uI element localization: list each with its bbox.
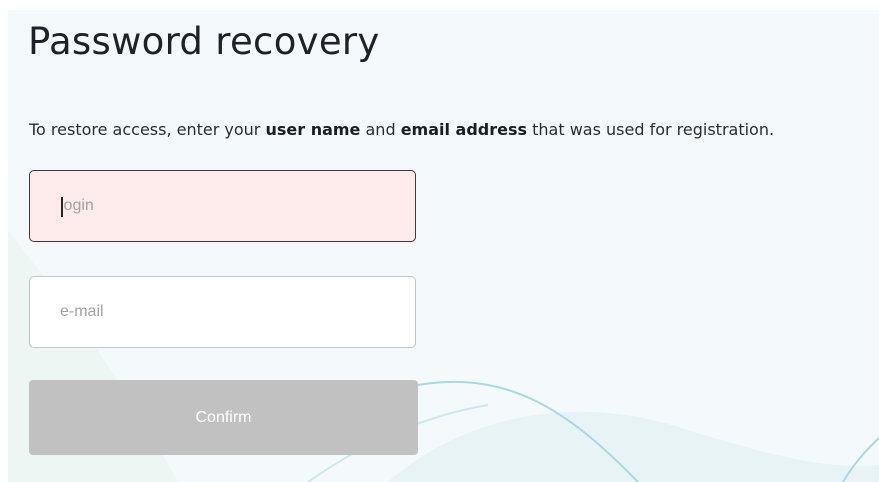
instructions-emphasis-username: user name xyxy=(265,120,361,139)
instructions-part: To restore access, enter your xyxy=(29,120,266,139)
instructions-part: and xyxy=(360,120,401,139)
login-input[interactable] xyxy=(29,170,416,242)
instructions-part: that was used for registration. xyxy=(527,120,775,139)
recovery-panel: Password recovery To restore access, ent… xyxy=(8,10,879,482)
text-caret xyxy=(61,197,63,217)
background-wave-shape xyxy=(388,411,879,482)
page-title: Password recovery xyxy=(28,20,380,63)
confirm-button[interactable]: Confirm xyxy=(29,380,418,455)
instructions-emphasis-email: email address xyxy=(400,120,528,139)
instructions-text: To restore access, enter your user name … xyxy=(29,120,774,139)
email-input[interactable] xyxy=(29,276,416,348)
